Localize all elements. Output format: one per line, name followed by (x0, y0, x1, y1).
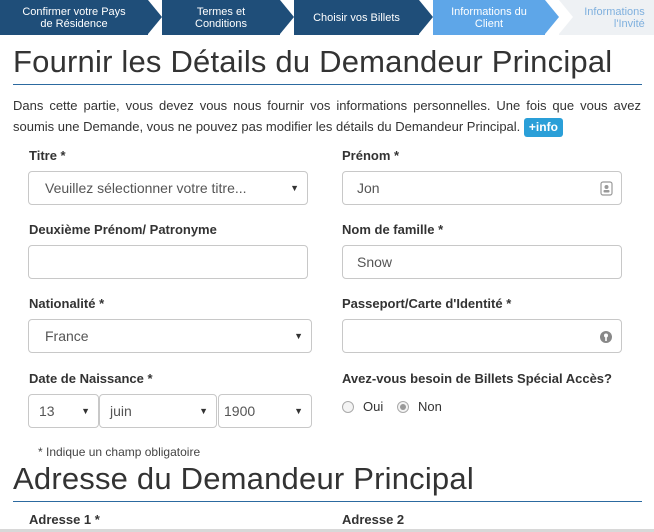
passeport-label: Passeport/Carte d'Identité * (342, 296, 512, 311)
titre-select[interactable]: Veuillez sélectionner votre titre... ▼ (28, 171, 308, 205)
chevron-down-icon: ▼ (294, 406, 303, 416)
prenom-input[interactable]: Jon (342, 171, 622, 205)
required-note: * Indique un champ obligatoire (38, 445, 201, 459)
acces-label: Avez-vous besoin de Billets Spécial Accè… (342, 371, 612, 386)
adresse1-label: Adresse 1 * (29, 512, 100, 527)
step-chevron (148, 0, 162, 34)
year-select-value: 1900 (224, 403, 256, 419)
nom-input[interactable]: Snow (342, 245, 622, 279)
step-label-line1: Confirmer votre Pays (22, 5, 126, 18)
progress-steps: Confirmer votre Pays de Résidence Termes … (0, 0, 654, 35)
radio-oui-label: Oui (363, 399, 384, 414)
nom-input-value: Snow (357, 254, 393, 270)
step-chevron (559, 0, 573, 34)
radio-circle (342, 400, 354, 413)
radio-non-label: Non (418, 399, 442, 414)
year-select[interactable]: 1900 ▼ (218, 394, 312, 428)
address-section-title: Adresse du Demandeur Principal (13, 461, 474, 496)
radio-oui[interactable]: Oui (342, 399, 383, 414)
contact-card-icon (600, 181, 613, 196)
step-label-line2: de Résidence (40, 17, 108, 30)
chevron-down-icon: ▼ (199, 406, 208, 416)
key-icon (600, 331, 612, 343)
step-chevron (545, 0, 559, 34)
step-billets[interactable]: Choisir vos Billets (294, 0, 419, 35)
step-label-line1: Termes et (196, 5, 246, 18)
prenom-input-value: Jon (357, 180, 380, 196)
step-label-line2: Conditions (195, 17, 247, 30)
day-select-value: 13 (39, 403, 55, 419)
chevron-down-icon: ▼ (290, 183, 299, 193)
deuxieme-prenom-label: Deuxième Prénom/ Patronyme (29, 222, 217, 237)
step-label-line1: Informations du (451, 5, 527, 18)
radio-circle (397, 400, 409, 413)
nationalite-select[interactable]: France ▼ (28, 319, 312, 353)
titre-label: Titre * (29, 148, 66, 163)
day-select[interactable]: 13 ▼ (28, 394, 99, 428)
nationalite-label: Nationalité * (29, 296, 105, 311)
step-label-line2: l'Invité (613, 17, 645, 30)
chevron-down-icon: ▼ (294, 331, 303, 341)
month-select[interactable]: juin ▼ (99, 394, 217, 428)
intro-text: Dans cette partie, vous devez vous nous … (13, 95, 641, 137)
prenom-label: Prénom * (342, 148, 400, 163)
nationalite-select-value: France (45, 328, 89, 344)
address-title-rule (13, 501, 642, 502)
radio-non[interactable]: Non (397, 399, 442, 414)
title-rule (13, 84, 642, 85)
step-informations-invite[interactable]: Informations l'Invité (559, 0, 654, 35)
step-termes[interactable]: Termes et Conditions (162, 0, 280, 35)
step-confirmer-pays[interactable]: Confirmer votre Pays de Résidence (0, 0, 148, 35)
adresse2-label: Adresse 2 (342, 512, 405, 527)
step-chevron (419, 0, 433, 34)
info-button[interactable]: +info (523, 118, 563, 137)
date-naissance-label: Date de Naissance * (29, 371, 153, 386)
step-label-line1: Choisir vos Billets (313, 11, 400, 24)
step-chevron (280, 0, 294, 34)
chevron-down-icon: ▼ (81, 406, 90, 416)
page-title: Fournir les Détails du Demandeur Princip… (13, 44, 613, 79)
step-label-line2: Client (474, 17, 504, 30)
titre-select-value: Veuillez sélectionner votre titre... (45, 180, 247, 196)
deuxieme-prenom-input[interactable] (28, 245, 308, 279)
radio-selected-dot (400, 403, 406, 410)
passeport-input[interactable] (342, 319, 622, 353)
step-label-line1: Informations (584, 5, 645, 18)
step-informations-client[interactable]: Informations du Client (433, 0, 545, 35)
nom-label: Nom de famille * (342, 222, 444, 237)
month-select-value: juin (110, 403, 132, 419)
